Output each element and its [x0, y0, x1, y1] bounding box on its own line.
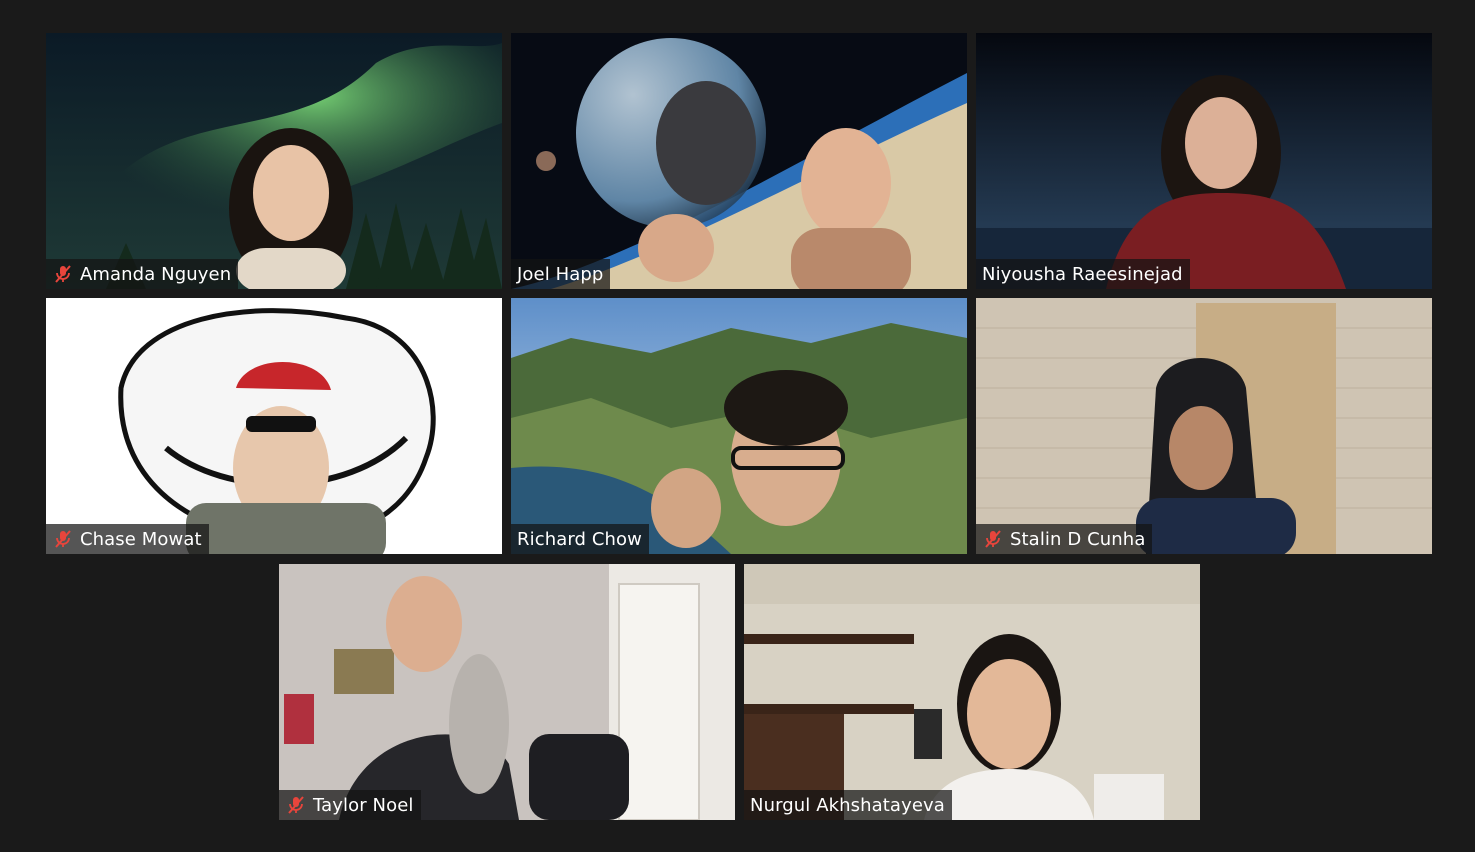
video-tile-joel-happ[interactable]: Joel Happ [511, 33, 967, 289]
mic-off-icon [982, 528, 1004, 550]
participant-name: Richard Chow [517, 528, 642, 550]
participant-name-tag: Taylor Noel [279, 790, 421, 820]
night-lake-background [976, 33, 1432, 289]
video-tile-taylor-noel[interactable]: Taylor Noel [279, 564, 735, 820]
room-background [744, 564, 1200, 820]
participant-name: Taylor Noel [313, 794, 414, 816]
troll-face-background [46, 298, 502, 554]
space-background [511, 33, 967, 289]
room-background [279, 564, 735, 820]
mic-off-icon [52, 528, 74, 550]
participant-name: Niyousha Raeesinejad [982, 263, 1183, 285]
participant-name: Stalin D Cunha [1010, 528, 1146, 550]
mic-off-icon [285, 794, 307, 816]
aurora-background [46, 33, 502, 289]
video-tile-richard-chow[interactable]: Richard Chow [511, 298, 967, 554]
participant-name-tag: Joel Happ [511, 259, 611, 289]
mic-off-icon [52, 263, 74, 285]
video-tile-chase-mowat[interactable]: Chase Mowat [46, 298, 502, 554]
video-tile-niyousha-raeesinejad[interactable]: Niyousha Raeesinejad [976, 33, 1432, 289]
participant-name: Nurgul Akhshatayeva [750, 794, 945, 816]
participant-name-tag: Richard Chow [511, 524, 649, 554]
participant-name-tag: Chase Mowat [46, 524, 209, 554]
video-tile-stalin-d-cunha[interactable]: Stalin D Cunha [976, 298, 1432, 554]
participant-name-tag: Stalin D Cunha [976, 524, 1153, 554]
participant-name-tag: Nurgul Akhshatayeva [744, 790, 952, 820]
participant-name: Amanda Nguyen [80, 263, 232, 285]
brick-wall-background [976, 298, 1432, 554]
participant-name-tag: Niyousha Raeesinejad [976, 259, 1190, 289]
video-gallery: Amanda Nguyen Joel Happ Niyousha Raeesin… [0, 0, 1475, 852]
video-tile-amanda-nguyen[interactable]: Amanda Nguyen [46, 33, 502, 289]
participant-name-tag: Amanda Nguyen [46, 259, 239, 289]
coastal-mountains-background [511, 298, 967, 554]
participant-name: Chase Mowat [80, 528, 202, 550]
video-tile-nurgul-akhshatayeva[interactable]: Nurgul Akhshatayeva [744, 564, 1200, 820]
participant-name: Joel Happ [517, 263, 604, 285]
